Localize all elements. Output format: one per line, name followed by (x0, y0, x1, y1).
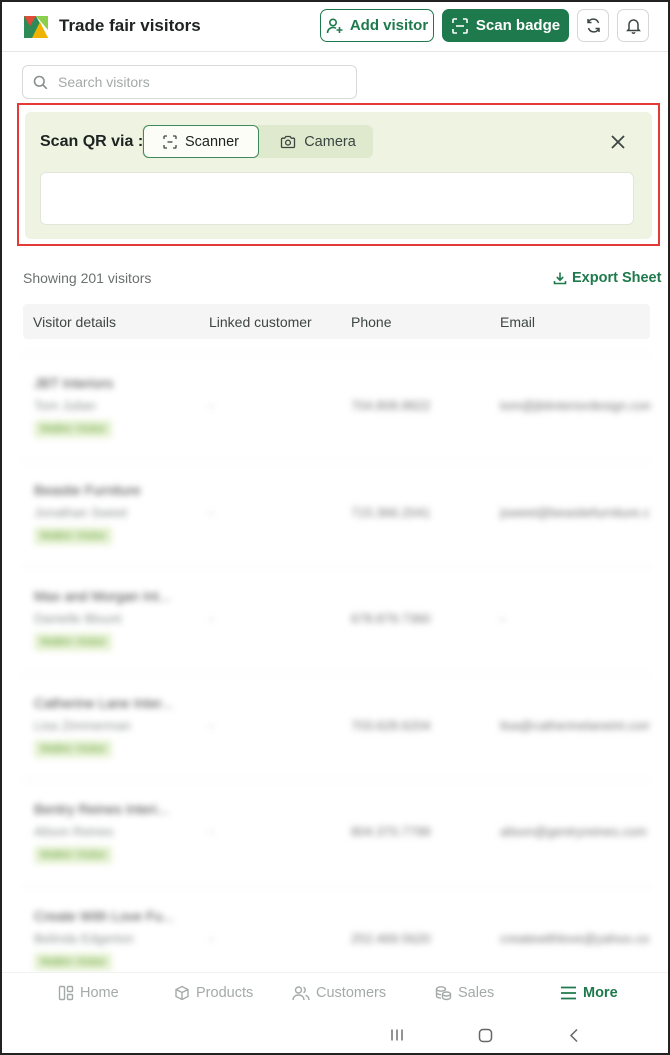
visitor-name: Lisa Zimmerman (34, 717, 131, 733)
visitor-email: tom@jbtinteriordesign.com (500, 398, 650, 413)
visitor-phone: 252.469.5620 (351, 930, 431, 946)
linked-customer: - (209, 504, 214, 520)
close-icon (608, 132, 628, 152)
nav-label-home: Home (80, 985, 119, 1001)
camera-icon (280, 135, 296, 149)
visitor-phone: 704.808.8822 (351, 398, 431, 413)
scanner-option-label: Scanner (184, 133, 239, 150)
nav-label-more: More (583, 985, 618, 1001)
close-scan-panel-button[interactable] (608, 132, 628, 152)
linked-customer: - (209, 717, 214, 733)
menu-icon (560, 986, 577, 1000)
visitor-company: Bentry Reines Interi... (34, 801, 169, 817)
visitor-count: Showing 201 visitors (23, 270, 152, 286)
linked-customer: - (209, 824, 214, 839)
users-icon (292, 985, 310, 1001)
app-frame: Trade fair visitors Add visitor Scan bad… (0, 0, 670, 1055)
visitor-phone: 804.370.7799 (351, 824, 431, 839)
camera-option-label: Camera (304, 133, 356, 150)
home-icon (58, 985, 74, 1001)
scan-input-field[interactable] (40, 172, 634, 225)
table-header (23, 304, 650, 339)
linked-customer: - (209, 930, 214, 946)
search-bar[interactable] (22, 65, 357, 99)
search-input[interactable] (58, 74, 338, 90)
nav-label-customers: Customers (316, 985, 387, 1001)
user-plus-icon (326, 17, 344, 35)
download-icon (553, 271, 567, 285)
scan-badge-button[interactable]: Scan badge (442, 9, 569, 42)
table-row[interactable]: Catherine Lane Inter... Lisa Zimmerman W… (23, 673, 650, 781)
visitor-type-badge: Walkin Visitor (34, 633, 113, 651)
visitor-company: Create With Love Fu... (34, 907, 175, 924)
notifications-button[interactable] (617, 9, 649, 42)
visitor-type-badge: Walkin Visitor (34, 420, 113, 438)
table-row[interactable]: JBT Interiors Tom Julian Walkin Visitor … (23, 354, 650, 461)
visitor-name: Danielle Blount (34, 611, 122, 626)
scan-badge-label: Scan badge (475, 17, 561, 34)
visitor-table-body: JBT Interiors Tom Julian Walkin Visitor … (23, 354, 650, 993)
visitor-phone: 715.366.2041 (351, 504, 431, 520)
visitor-type-badge: Walkin Visitor (34, 526, 113, 545)
column-header-email: Email (500, 314, 536, 330)
nav-item-sales[interactable]: Sales (435, 985, 494, 1001)
search-icon (33, 75, 48, 90)
nav-item-home[interactable]: Home (58, 985, 119, 1001)
refresh-icon (585, 17, 602, 34)
scanner-option[interactable]: Scanner (143, 125, 259, 158)
camera-option[interactable]: Camera (264, 125, 372, 158)
nav-label-sales: Sales (458, 985, 495, 1001)
visitor-type-badge: Walkin Visitor (34, 739, 113, 758)
visitor-type-badge: Walkin Visitor (34, 846, 113, 864)
visitor-email: createwithlove@yahoo.com (500, 930, 650, 946)
column-header-phone: Phone (351, 314, 392, 330)
visitor-email: - (500, 611, 505, 626)
bell-icon (625, 17, 642, 34)
add-visitor-button[interactable]: Add visitor (320, 9, 434, 42)
visitor-name: Tom Julian (34, 398, 97, 413)
app-logo-icon (22, 12, 50, 40)
export-sheet-button[interactable]: Export Sheet (553, 270, 661, 286)
recent-apps-icon[interactable] (390, 1028, 404, 1042)
nav-item-more[interactable]: More (560, 985, 618, 1001)
visitor-company: JBT Interiors (34, 375, 114, 391)
page-title: Trade fair visitors (59, 16, 201, 35)
table-row[interactable]: Max and Morgan Int... Danielle Blount Wa… (23, 567, 650, 674)
table-row[interactable]: Beastie Furniture Jonathan Sweet Walkin … (23, 460, 650, 568)
scan-qr-label: Scan QR via : (40, 133, 144, 150)
nav-item-customers[interactable]: Customers (292, 985, 386, 1001)
home-system-icon[interactable] (478, 1028, 493, 1043)
visitor-phone: 703.628.6204 (351, 717, 431, 733)
scanner-icon (163, 134, 177, 149)
visitor-name: Belinda Edgerton (34, 930, 134, 946)
box-icon (174, 985, 190, 1001)
top-header: Trade fair visitors Add visitor Scan bad… (2, 2, 668, 52)
visitor-company: Beastie Furniture (34, 481, 141, 498)
nav-item-products[interactable]: Products (174, 985, 253, 1001)
refresh-button[interactable] (577, 9, 609, 42)
visitor-name: Jonathan Sweet (34, 504, 128, 520)
visitor-email: lisa@catherinelaneint.com (500, 717, 650, 733)
column-header-linked-customer: Linked customer (209, 314, 312, 330)
nav-label-products: Products (196, 985, 254, 1001)
back-icon[interactable] (568, 1028, 580, 1043)
column-header-visitor-details: Visitor details (33, 314, 117, 330)
table-row[interactable]: Bentry Reines Interi... Alison Reines Wa… (23, 780, 650, 887)
visitor-name: Alison Reines (34, 824, 114, 839)
coins-icon (435, 985, 452, 1001)
scan-icon (451, 17, 469, 35)
visitor-type-badge: Walkin Visitor (34, 952, 113, 971)
visitor-phone: 678.879.7360 (351, 611, 431, 626)
export-sheet-label: Export Sheet (572, 270, 662, 286)
visitor-email: alison@gentryreines.com (500, 824, 647, 839)
linked-customer: - (209, 398, 214, 413)
visitor-company: Max and Morgan Int... (34, 588, 171, 604)
linked-customer: - (209, 611, 214, 626)
add-visitor-label: Add visitor (349, 17, 429, 34)
visitor-email: jsweet@beastiefurniture.com (500, 504, 650, 520)
visitor-company: Catherine Lane Inter... (34, 694, 173, 711)
